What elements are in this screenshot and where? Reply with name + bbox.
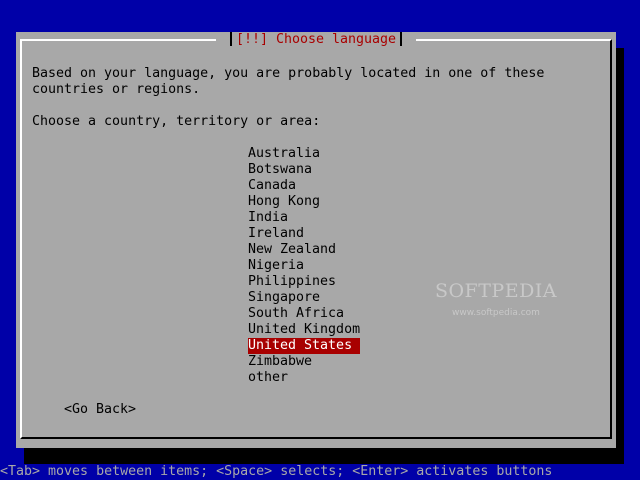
country-option[interactable]: other — [248, 370, 360, 386]
country-option[interactable]: Canada — [248, 178, 360, 194]
country-option[interactable]: South Africa — [248, 306, 360, 322]
country-option[interactable]: Botswana — [248, 162, 360, 178]
dialog-title: [!!] Choose language — [216, 32, 416, 48]
country-option[interactable]: United States — [248, 338, 360, 354]
watermark-url: www.softpedia.com — [452, 308, 540, 318]
country-option[interactable]: Zimbabwe — [248, 354, 360, 370]
dialog-title-text: [!!] Choose language — [235, 32, 397, 47]
country-option[interactable]: New Zealand — [248, 242, 360, 258]
installer-screen: [!!] Choose language Based on your langu… — [0, 0, 640, 480]
intro-line-2: countries or regions. — [32, 82, 201, 97]
country-option[interactable]: United Kingdom — [248, 322, 360, 338]
title-right-divider — [400, 32, 403, 46]
country-list[interactable]: Australia Botswana Canada Hong Kong India Ire… — [248, 146, 360, 386]
country-prompt: Choose a country, territory or area: — [32, 114, 321, 129]
title-left-divider — [229, 32, 232, 46]
country-option[interactable]: Australia — [248, 146, 360, 162]
country-option[interactable]: India — [248, 210, 360, 226]
watermark-logo: SOFTPEDIA — [434, 280, 558, 302]
country-option[interactable]: Nigeria — [248, 258, 360, 274]
country-option[interactable]: Hong Kong — [248, 194, 360, 210]
country-option[interactable]: Philippines — [248, 274, 360, 290]
choose-language-dialog: [!!] Choose language Based on your langu… — [16, 32, 616, 448]
softpedia-watermark: SOFTPEDIA www.softpedia.com — [426, 280, 566, 320]
country-option[interactable]: Singapore — [248, 290, 360, 306]
help-status-bar: <Tab> moves between items; <Space> selec… — [0, 464, 640, 480]
country-option[interactable]: Ireland — [248, 226, 360, 242]
intro-line-1: Based on your language, you are probably… — [32, 66, 545, 81]
go-back-button[interactable]: <Go Back> — [64, 402, 136, 418]
